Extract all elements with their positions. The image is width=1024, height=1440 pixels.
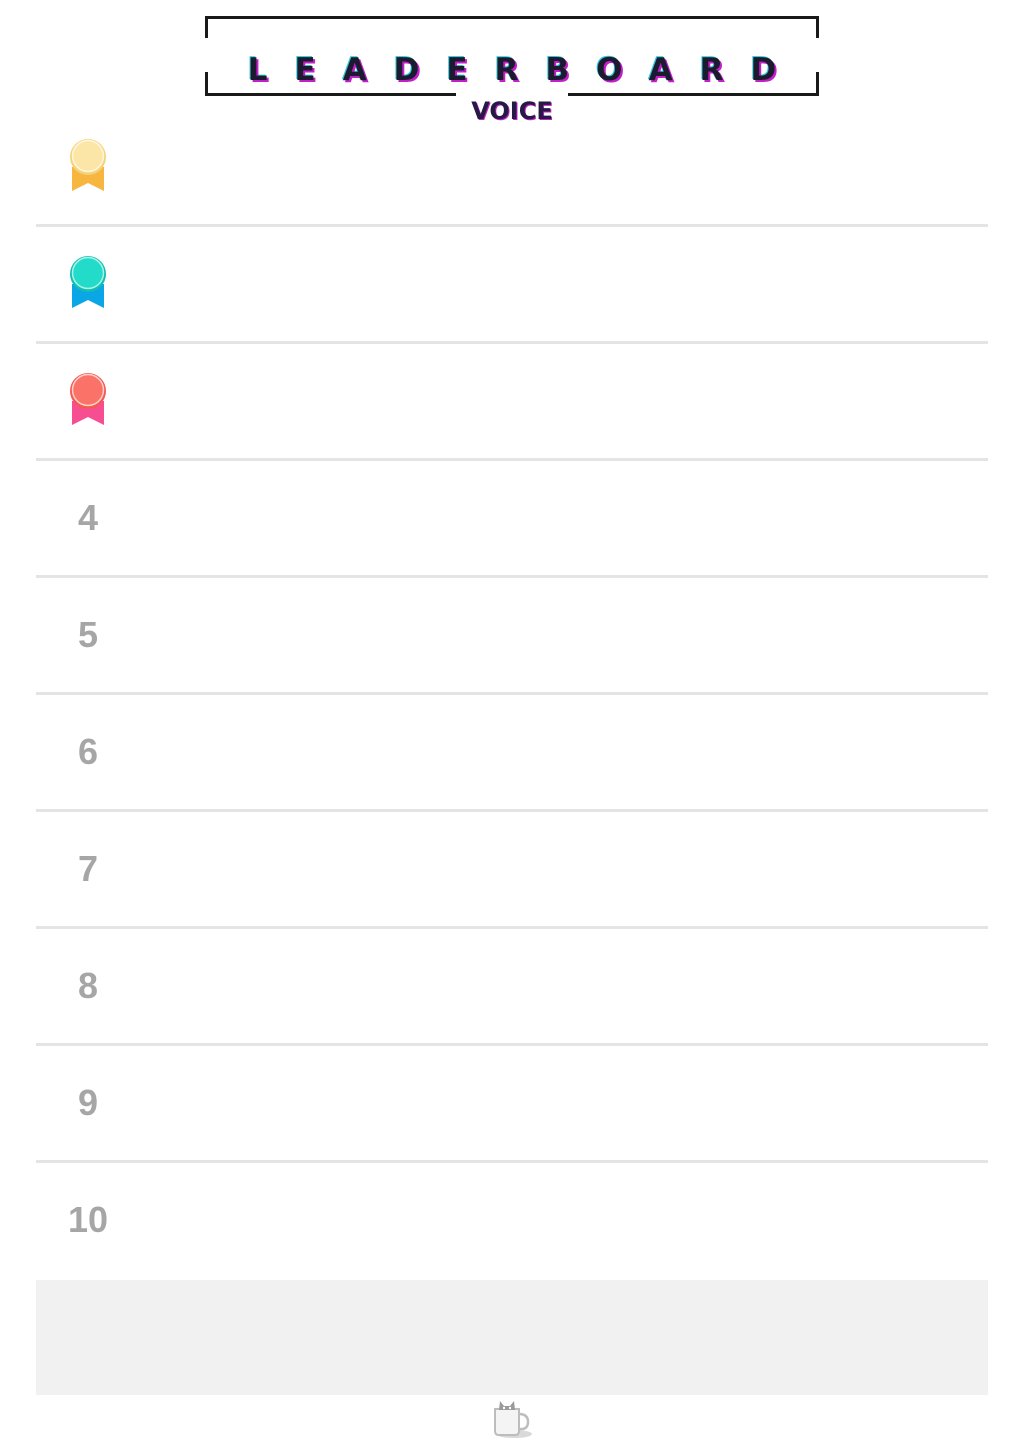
leaderboard-list: 4 5 6 7 8 9 10	[36, 110, 988, 1277]
leaderboard-row: 4	[36, 461, 988, 578]
rank-cell: 7	[60, 812, 116, 926]
coffee-mug-cat-icon[interactable]	[490, 1397, 534, 1439]
rank-cell	[60, 344, 116, 458]
leaderboard-row	[36, 344, 988, 461]
rank-cell: 5	[60, 578, 116, 692]
teal-medal-icon	[70, 255, 106, 308]
rank-number: 4	[77, 497, 99, 538]
leaderboard-header: LEADERBOARD VOICE	[205, 16, 819, 125]
rank-cell: 6	[60, 695, 116, 809]
leaderboard-row: 5	[36, 578, 988, 695]
leaderboard-row: 9	[36, 1046, 988, 1163]
leaderboard-row: 7	[36, 812, 988, 929]
rank-cell: 9	[60, 1046, 116, 1160]
rank-cell	[60, 110, 116, 224]
rank-cell: 8	[60, 929, 116, 1043]
footer-panel	[36, 1280, 988, 1395]
leaderboard-row	[36, 227, 988, 344]
rank-number: 7	[77, 848, 99, 889]
leaderboard-row: 8	[36, 929, 988, 1046]
rank-number: 6	[77, 731, 99, 772]
page-title: LEADERBOARD	[247, 52, 804, 88]
red-medal-icon	[70, 372, 106, 425]
leaderboard-row: 10	[36, 1163, 988, 1277]
rank-cell: 4	[60, 461, 116, 575]
rank-number: 5	[77, 614, 99, 655]
gold-medal-icon	[70, 138, 106, 191]
rank-cell	[60, 227, 116, 341]
leaderboard-row	[36, 110, 988, 227]
rank-number: 8	[77, 965, 99, 1006]
leaderboard-row: 6	[36, 695, 988, 812]
rank-number: 10	[67, 1199, 109, 1240]
rank-number: 9	[77, 1082, 99, 1123]
rank-cell: 10	[60, 1163, 116, 1277]
